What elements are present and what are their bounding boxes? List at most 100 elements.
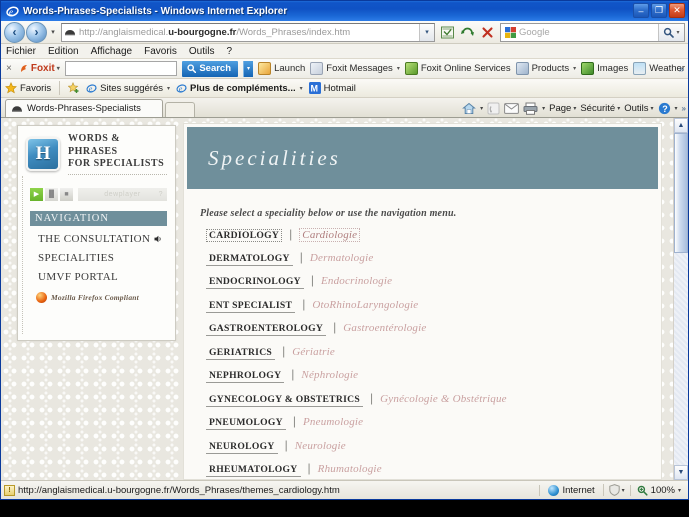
speciality-link-en[interactable]: NEPHROLOGY: [206, 370, 285, 383]
speciality-link-fr[interactable]: Gastroentérologie: [343, 322, 426, 334]
speciality-link-fr[interactable]: Cardiologie: [299, 228, 361, 242]
menu-item-outils[interactable]: Outils: [189, 46, 215, 57]
back-button[interactable]: ‹: [4, 21, 25, 43]
refresh-button[interactable]: [458, 23, 477, 42]
page-scrollbar[interactable]: ▲ ▼: [673, 118, 688, 480]
fav-item-plus-complements[interactable]: e Plus de compléments... ▾: [176, 83, 303, 94]
speciality-row[interactable]: GASTROENTEROLOGY | Gastroentérologie: [206, 320, 661, 336]
home-icon[interactable]: [462, 102, 477, 115]
foxit-brand[interactable]: Foxit ▾: [19, 63, 60, 74]
stop-button[interactable]: [478, 23, 497, 42]
speciality-link-fr[interactable]: Dermatologie: [310, 252, 374, 264]
speciality-link-en[interactable]: PNEUMOLOGY: [206, 417, 286, 430]
minimize-button[interactable]: –: [633, 3, 649, 18]
speciality-link-en[interactable]: ENDOCRINOLOGY: [206, 276, 304, 289]
speciality-link-fr[interactable]: Neurologie: [295, 440, 346, 452]
add-favorite-icon[interactable]: [68, 82, 80, 94]
sidebar-item-umvf-portal[interactable]: UMVF PORTAL: [38, 271, 167, 283]
compatibility-view-button[interactable]: [438, 23, 457, 42]
sidebar-item-specialities[interactable]: SPECIALITIES: [38, 252, 167, 264]
history-dropdown-button[interactable]: ▾: [47, 28, 59, 36]
print-icon[interactable]: [523, 102, 538, 115]
speciality-row[interactable]: CARDIOLOGY | Cardiologie: [206, 227, 661, 242]
speciality-link-en[interactable]: GASTROENTEROLOGY: [206, 323, 327, 336]
menu-item-fichier[interactable]: Fichier: [6, 46, 36, 57]
search-go-button[interactable]: ▾: [658, 23, 684, 41]
pause-button[interactable]: ▐▌: [45, 187, 58, 201]
security-zone[interactable]: Internet: [539, 484, 602, 496]
scrollbar-thumb[interactable]: [674, 133, 688, 253]
scroll-down-button[interactable]: ▼: [674, 465, 688, 480]
help-icon[interactable]: ?: [658, 102, 671, 115]
audio-player[interactable]: ▶ ▐▌ ■ dewplayer ?: [30, 187, 167, 202]
speciality-link-fr[interactable]: Rhumatologie: [318, 463, 382, 475]
foxit-item-messages[interactable]: Foxit Messages ▾: [310, 62, 400, 75]
stop-button-player[interactable]: ■: [60, 187, 73, 201]
command-outils[interactable]: Outils ▾: [624, 103, 653, 114]
zoom-control[interactable]: 100% ▾: [629, 484, 685, 496]
maximize-button[interactable]: ❐: [651, 3, 667, 18]
url-dropdown-icon[interactable]: ▾: [419, 23, 434, 41]
speciality-row[interactable]: ENDOCRINOLOGY | Endocrinologie: [206, 273, 661, 289]
zoom-caret-icon[interactable]: ▾: [678, 487, 681, 494]
foxit-overflow-icon[interactable]: »: [679, 64, 684, 74]
protected-mode-indicator[interactable]: ▾: [602, 484, 630, 496]
speciality-link-fr[interactable]: Endocrinologie: [321, 275, 392, 287]
url-bar[interactable]: http://anglaismedical.u-bourgogne.fr/Wor…: [61, 22, 435, 42]
foxit-search-caret[interactable]: ▾: [243, 60, 254, 77]
speciality-link-en[interactable]: GERIATRICS: [206, 347, 276, 360]
speciality-row[interactable]: ENT SPECIALIST | OtoRhinoLaryngologie: [206, 297, 661, 313]
command-securite[interactable]: Sécurité ▾: [580, 103, 620, 114]
menu-item-favoris[interactable]: Favoris: [144, 46, 177, 57]
speciality-link-fr[interactable]: Pneumologie: [303, 416, 363, 428]
speciality-link-en[interactable]: CARDIOLOGY: [206, 229, 283, 242]
command-overflow-icon[interactable]: »: [682, 104, 686, 113]
home-caret-icon[interactable]: ▾: [480, 105, 483, 112]
speciality-link-en[interactable]: GYNECOLOGY & OBSTETRICS: [206, 394, 364, 407]
foxit-item-products[interactable]: Products ▾: [515, 62, 576, 75]
foxit-search-button[interactable]: Search: [182, 60, 239, 77]
speciality-link-fr[interactable]: Gériatrie: [292, 346, 335, 358]
speciality-link-en[interactable]: RHEUMATOLOGY: [206, 464, 301, 477]
forward-button[interactable]: ›: [26, 21, 47, 43]
speciality-row[interactable]: RHEUMATOLOGY | Rhumatologie: [206, 461, 661, 477]
speciality-link-en[interactable]: ENT SPECIALIST: [206, 300, 296, 313]
speciality-row[interactable]: PNEUMOLOGY | Pneumologie: [206, 414, 661, 430]
foxit-search-input[interactable]: [64, 61, 178, 76]
speciality-row[interactable]: GERIATRICS | Gériatrie: [206, 344, 661, 360]
help-caret-icon[interactable]: ▾: [675, 105, 678, 112]
speciality-row[interactable]: DERMATOLOGY | Dermatologie: [206, 250, 661, 266]
speciality-row[interactable]: GYNECOLOGY & OBSTETRICS | Gynécologie & Ob…: [206, 391, 661, 407]
tab-words-phrases-specialists[interactable]: Words-Phrases-Specialists: [5, 99, 163, 117]
fav-item-hotmail[interactable]: M Hotmail: [308, 82, 356, 94]
read-mail-icon[interactable]: [504, 103, 520, 114]
player-track[interactable]: dewplayer ?: [78, 187, 167, 201]
fav-item-sites-suggeres[interactable]: e Sites suggérés ▾: [86, 83, 170, 94]
command-page[interactable]: Page ▾: [549, 103, 576, 114]
player-help-icon[interactable]: ?: [159, 191, 163, 198]
speciality-link-en[interactable]: DERMATOLOGY: [206, 253, 293, 266]
speciality-link-fr[interactable]: Gynécologie & Obstétrique: [380, 393, 507, 405]
foxit-item-images[interactable]: Images: [581, 62, 628, 75]
search-input[interactable]: Google: [519, 27, 658, 38]
search-box[interactable]: Google ▾: [500, 22, 685, 42]
foxit-item-online-services[interactable]: Foxit Online Services: [404, 62, 511, 75]
foxit-close-icon[interactable]: ×: [4, 63, 14, 74]
new-tab-button[interactable]: [165, 102, 195, 117]
speciality-row[interactable]: NEUROLOGY | Neurologie: [206, 438, 661, 454]
scrollbar-track[interactable]: [674, 133, 688, 465]
play-button[interactable]: ▶: [30, 187, 43, 201]
speciality-link-fr[interactable]: Néphrologie: [301, 369, 358, 381]
favorites-button[interactable]: Favoris: [5, 82, 51, 94]
foxit-item-launch[interactable]: Launch: [258, 62, 305, 75]
print-caret-icon[interactable]: ▾: [542, 105, 545, 112]
speciality-link-en[interactable]: NEUROLOGY: [206, 441, 278, 454]
speciality-row[interactable]: NEPHROLOGY | Néphrologie: [206, 367, 661, 383]
sidebar-item-the-consultation[interactable]: THE CONSULTATION: [38, 233, 167, 245]
menu-item-help[interactable]: ?: [226, 46, 232, 57]
menu-item-affichage[interactable]: Affichage: [91, 46, 133, 57]
scroll-up-button[interactable]: ▲: [674, 118, 688, 133]
menu-item-edition[interactable]: Edition: [48, 46, 79, 57]
speciality-link-fr[interactable]: OtoRhinoLaryngologie: [312, 299, 418, 311]
close-button[interactable]: ✕: [669, 3, 685, 18]
